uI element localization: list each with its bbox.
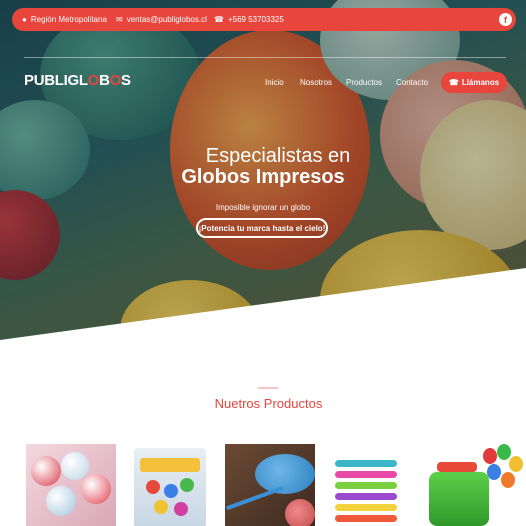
product-thumbnail[interactable] bbox=[126, 444, 216, 526]
pump-handle bbox=[437, 462, 477, 472]
pump-image bbox=[335, 504, 397, 511]
balloon-image bbox=[501, 472, 515, 488]
product-thumbnail[interactable] bbox=[26, 444, 116, 526]
pump-image bbox=[335, 460, 397, 467]
products-title-part1: Nuetros bbox=[214, 396, 261, 411]
product-thumbnail[interactable] bbox=[325, 444, 415, 526]
balloon-image bbox=[146, 480, 160, 494]
products-title-part2: Productos bbox=[263, 396, 323, 411]
pump-image bbox=[335, 482, 397, 489]
bag-label bbox=[140, 458, 200, 472]
balloon-image bbox=[174, 502, 188, 516]
balloon-image bbox=[255, 454, 315, 494]
balloon-image bbox=[164, 484, 178, 498]
balloon-image bbox=[285, 499, 315, 526]
balloon-image bbox=[180, 478, 194, 492]
section-separator bbox=[258, 387, 278, 389]
pump-image bbox=[335, 471, 397, 478]
pump-image bbox=[335, 515, 397, 522]
balloon-image bbox=[61, 452, 89, 480]
electric-pump-image bbox=[429, 472, 489, 526]
balloon-image bbox=[31, 456, 61, 486]
pump-image bbox=[335, 493, 397, 500]
balloon-image bbox=[509, 456, 523, 472]
product-thumbnail[interactable] bbox=[225, 444, 315, 526]
balloon-image bbox=[46, 486, 76, 516]
balloon-image bbox=[487, 464, 501, 480]
balloon-image bbox=[483, 448, 497, 464]
balloon-image bbox=[81, 474, 111, 504]
product-thumbnail[interactable] bbox=[425, 444, 526, 526]
products-section-title: Nuetros Productos bbox=[0, 396, 526, 411]
balloon-image bbox=[154, 500, 168, 514]
stick-image bbox=[226, 485, 284, 511]
balloon-image bbox=[497, 444, 511, 460]
